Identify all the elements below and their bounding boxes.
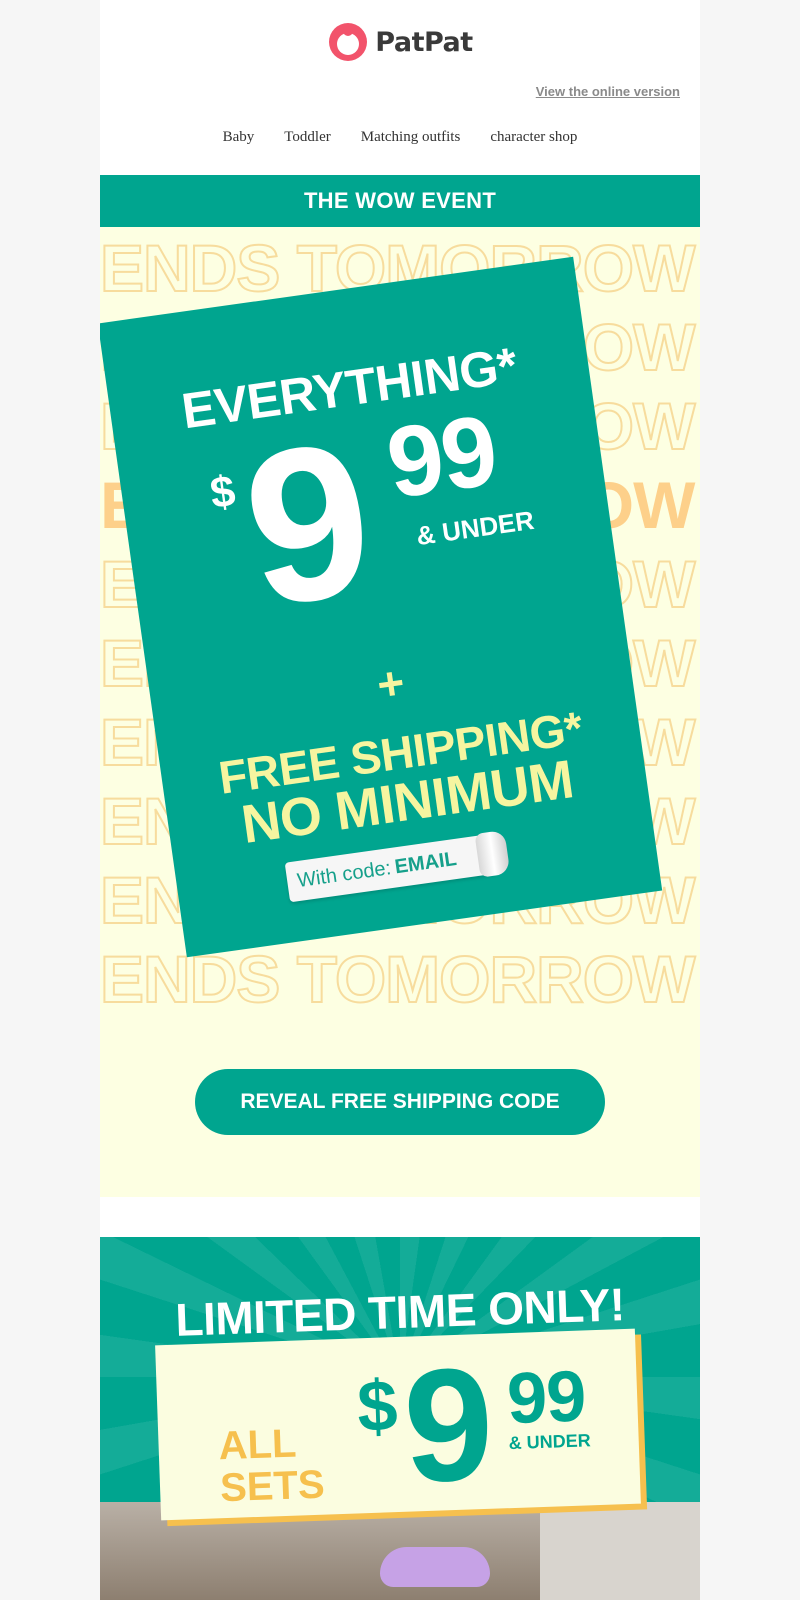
price-whole: 9 [400, 1333, 497, 1516]
price-whole: 9 [231, 395, 386, 654]
peel-curl-icon [474, 829, 511, 878]
hair-bow-image [380, 1547, 490, 1587]
price-card: ALL SETS $ 9 99 & UNDER [155, 1328, 641, 1521]
limited-time-banner[interactable]: LIMITED TIME ONLY! ALL SETS $ 9 99 & UND… [100, 1237, 700, 1600]
nav-item-character-shop[interactable]: character shop [490, 129, 577, 146]
event-title: THE WOW EVENT [303, 188, 497, 213]
code-label: With code: [295, 856, 393, 892]
price-suffix: & UNDER [508, 1430, 592, 1454]
nav-item-toddler[interactable]: Toddler [284, 129, 330, 146]
brand-name: PatPat [375, 26, 473, 58]
price-cents: 99 [380, 394, 503, 520]
nav-item-baby[interactable]: Baby [223, 129, 255, 146]
category-label: ALL SETS [217, 1421, 326, 1511]
hero-promo[interactable]: ENDS TOMORROW ENDS TOMORROW ENDS TOMORRO… [100, 227, 700, 1197]
price-dollar: $ [355, 1366, 399, 1448]
brand-logo[interactable]: PatPat [100, 21, 700, 63]
photo-background [540, 1502, 700, 1600]
reveal-code-button[interactable]: REVEAL FREE SHIPPING CODE [195, 1069, 605, 1135]
category-line1: ALL [217, 1421, 298, 1469]
event-banner[interactable]: THE WOW EVENT [100, 175, 700, 227]
category-line2: SETS [219, 1462, 326, 1511]
email-container: PatPat View the online version Baby Todd… [100, 0, 700, 1600]
reveal-code-label: REVEAL FREE SHIPPING CODE [240, 1090, 560, 1113]
view-online-link[interactable]: View the online version [536, 84, 680, 99]
price-dollar: $ [207, 466, 239, 519]
patpat-logo-icon [327, 21, 369, 63]
category-nav: Baby Toddler Matching outfits character … [100, 129, 700, 146]
nav-item-matching-outfits[interactable]: Matching outfits [361, 129, 461, 146]
code-value: EMAIL [393, 847, 458, 878]
promo-card: EVERYTHING* $ 9 99 & UNDER + FREE SHIPPI… [100, 256, 663, 958]
price-cents: 99 [505, 1356, 587, 1440]
